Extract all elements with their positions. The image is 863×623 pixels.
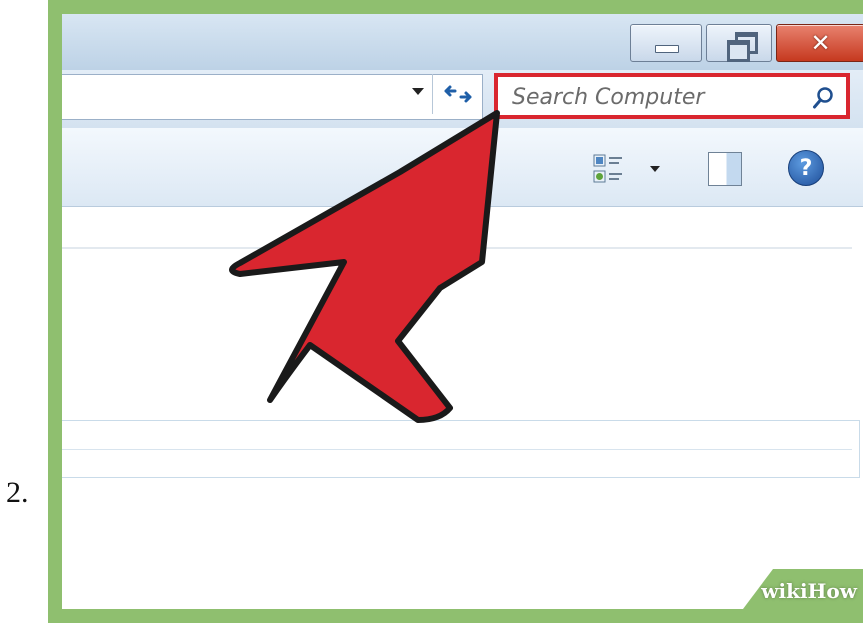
group-header-divider bbox=[62, 449, 852, 450]
content-divider bbox=[62, 247, 852, 249]
minimize-icon bbox=[655, 45, 679, 53]
wikihow-watermark: wikiHow bbox=[713, 563, 863, 609]
search-placeholder: Search Computer bbox=[512, 85, 705, 110]
screenshot-frame: ✕ Search Computer ? wikiHow bbox=[48, 0, 863, 623]
command-bar: ? bbox=[62, 128, 863, 207]
refresh-icon[interactable] bbox=[438, 78, 478, 110]
close-button[interactable]: ✕ bbox=[776, 24, 863, 62]
help-icon[interactable]: ? bbox=[788, 150, 824, 186]
chevron-down-icon[interactable] bbox=[412, 88, 424, 95]
title-bar: ✕ bbox=[62, 14, 863, 70]
restore-button[interactable] bbox=[706, 24, 772, 62]
address-divider bbox=[432, 74, 433, 114]
minimize-button[interactable] bbox=[630, 24, 702, 62]
explorer-window: ✕ Search Computer ? wikiHow bbox=[62, 14, 863, 609]
step-number: 2. bbox=[6, 476, 29, 509]
views-dropdown-icon[interactable] bbox=[650, 166, 660, 172]
address-input[interactable] bbox=[62, 74, 483, 120]
change-view-icon[interactable] bbox=[592, 152, 628, 186]
search-input[interactable]: Search Computer bbox=[494, 73, 850, 119]
watermark-text: wikiHow bbox=[761, 579, 857, 603]
search-icon[interactable] bbox=[812, 86, 834, 110]
restore-icon-front bbox=[727, 40, 750, 62]
address-bar: Search Computer bbox=[62, 70, 863, 128]
close-icon: ✕ bbox=[810, 29, 831, 57]
preview-pane-icon[interactable] bbox=[708, 152, 742, 186]
drive-group-header bbox=[62, 420, 860, 478]
